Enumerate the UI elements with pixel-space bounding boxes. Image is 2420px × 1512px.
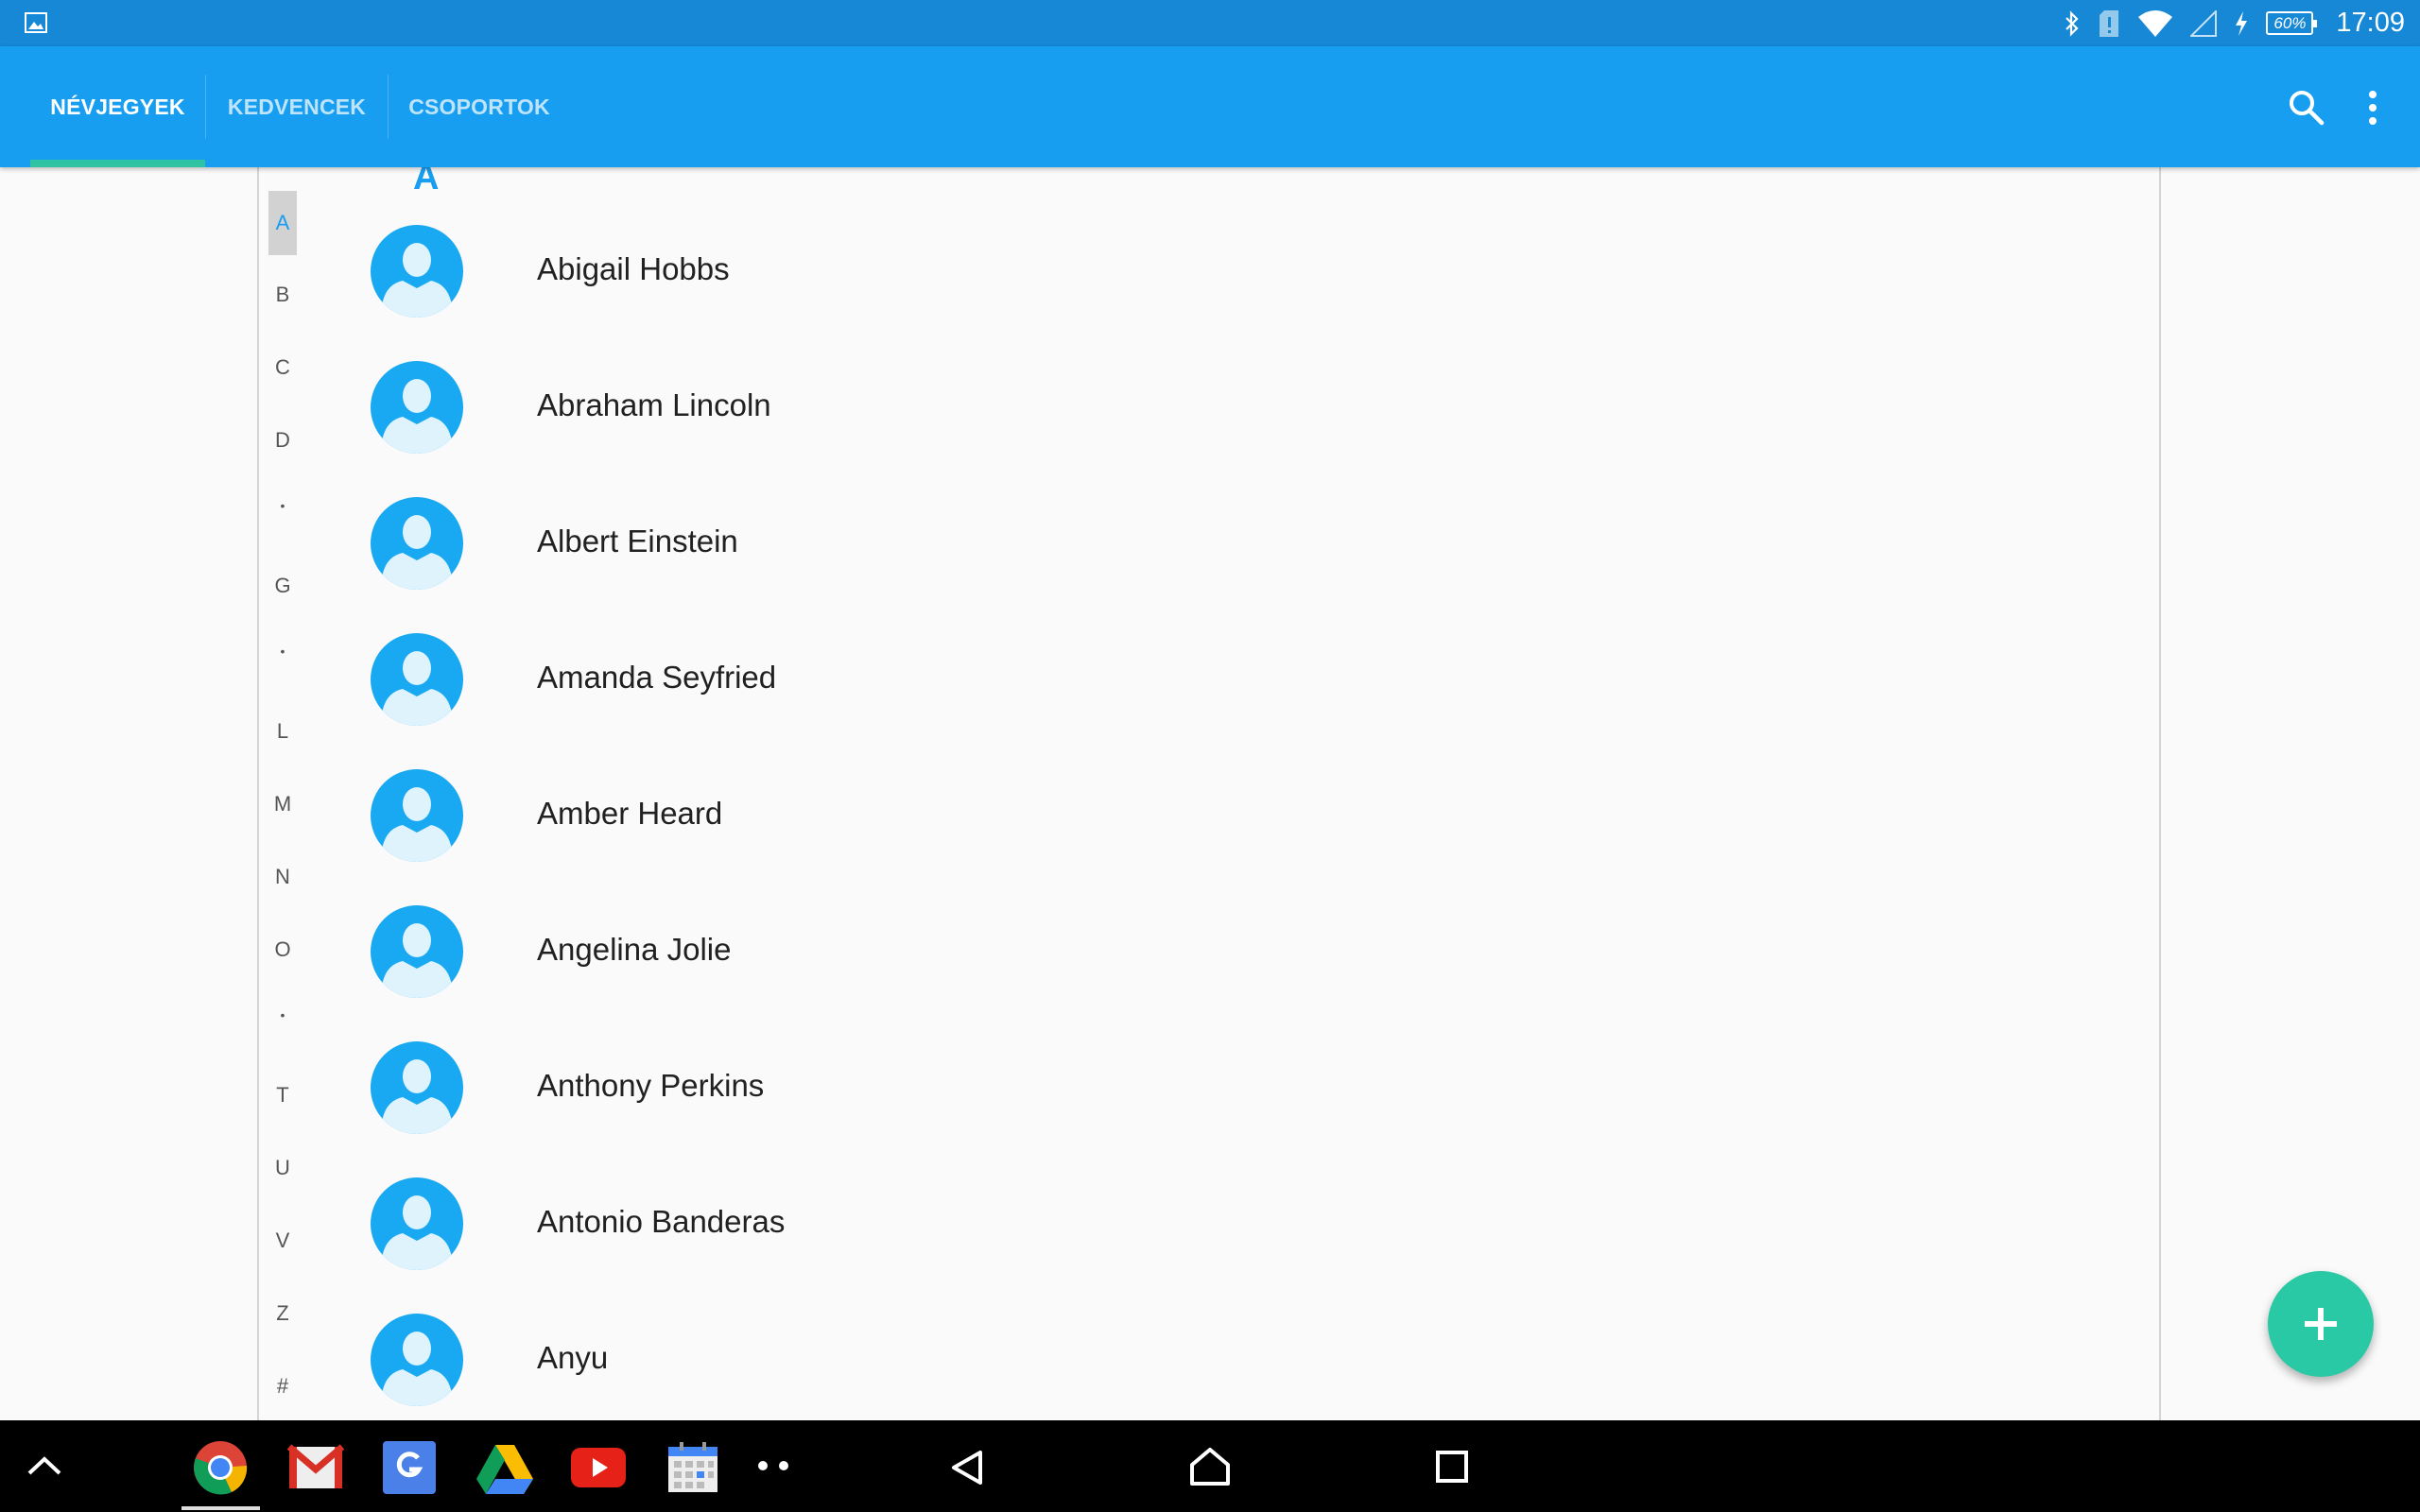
avatar-icon bbox=[371, 1177, 463, 1270]
tab-label: CSOPORTOK bbox=[408, 94, 550, 119]
avatar-icon bbox=[371, 225, 463, 318]
index-dot[interactable]: • bbox=[268, 644, 297, 659]
add-contact-button[interactable] bbox=[2268, 1271, 2374, 1377]
contact-row[interactable]: Antonio Banderas bbox=[371, 1177, 2119, 1291]
index-letter[interactable]: G bbox=[268, 574, 297, 598]
avatar-icon bbox=[371, 361, 463, 454]
battery-icon: 60% bbox=[2266, 11, 2318, 35]
contact-name: Amber Heard bbox=[537, 796, 723, 831]
index-dot[interactable]: • bbox=[268, 498, 297, 513]
google-icon[interactable] bbox=[383, 1441, 436, 1494]
add-icon bbox=[2305, 1308, 2337, 1340]
contact-name: Antonio Banderas bbox=[537, 1204, 786, 1239]
calendar-icon[interactable] bbox=[666, 1441, 719, 1494]
contact-name: Anyu bbox=[537, 1340, 609, 1375]
index-letter[interactable]: B bbox=[268, 283, 297, 307]
bluetooth-icon bbox=[2066, 9, 2079, 37]
gmail-icon[interactable] bbox=[287, 1443, 344, 1492]
index-letter[interactable]: O bbox=[268, 937, 297, 962]
sd-card-alert-icon bbox=[2100, 9, 2119, 37]
drive-icon[interactable] bbox=[475, 1443, 535, 1494]
wifi-icon bbox=[2138, 9, 2173, 37]
more-vert-icon[interactable] bbox=[2363, 87, 2382, 129]
contact-row[interactable]: Albert Einstein bbox=[371, 497, 2119, 610]
contact-row[interactable]: Anyu bbox=[371, 1314, 2119, 1420]
index-letter[interactable]: V bbox=[268, 1228, 297, 1253]
index-letter[interactable]: D bbox=[268, 428, 297, 453]
app-bar: NÉVJEGYEK KEDVENCEK CSOPORTOK bbox=[0, 46, 2420, 167]
home-icon[interactable] bbox=[1189, 1447, 1231, 1486]
index-letter[interactable]: N bbox=[268, 865, 297, 889]
recents-icon[interactable] bbox=[1435, 1450, 1469, 1484]
section-header: A bbox=[413, 167, 440, 198]
avatar-icon bbox=[371, 905, 463, 998]
tab-label: NÉVJEGYEK bbox=[50, 94, 185, 119]
index-letter[interactable]: A bbox=[268, 191, 297, 255]
contact-name: Amanda Seyfried bbox=[537, 660, 777, 695]
contacts-list[interactable]: A A B C D • G • L M N O • T U V Z # Abig… bbox=[257, 167, 2161, 1420]
contact-name: Albert Einstein bbox=[537, 524, 738, 558]
tab-nevjegyek[interactable]: NÉVJEGYEK bbox=[30, 46, 205, 167]
contact-name: Anthony Perkins bbox=[537, 1068, 765, 1103]
nav-bar bbox=[0, 1420, 2420, 1512]
status-bar: 60% 17:09 bbox=[0, 0, 2420, 46]
contact-row[interactable]: Amanda Seyfried bbox=[371, 633, 2119, 747]
index-letter[interactable]: # bbox=[268, 1374, 297, 1399]
index-letter[interactable]: M bbox=[268, 792, 297, 816]
contact-row[interactable]: Abigail Hobbs bbox=[371, 225, 2119, 338]
signal-icon bbox=[2190, 9, 2218, 37]
index-letter[interactable]: T bbox=[268, 1083, 297, 1108]
chrome-icon[interactable] bbox=[192, 1439, 249, 1496]
avatar-icon bbox=[371, 633, 463, 726]
tab-indicator bbox=[30, 160, 205, 167]
tab-kedvencek[interactable]: KEDVENCEK bbox=[206, 46, 388, 167]
avatar-icon bbox=[371, 497, 463, 590]
tab-csoportok[interactable]: CSOPORTOK bbox=[389, 46, 570, 167]
contact-row[interactable]: Anthony Perkins bbox=[371, 1041, 2119, 1155]
charging-icon bbox=[2236, 10, 2248, 36]
chevron-up-icon[interactable] bbox=[25, 1449, 64, 1483]
contact-name: Abigail Hobbs bbox=[537, 251, 730, 286]
avatar-icon bbox=[371, 769, 463, 862]
search-icon[interactable] bbox=[2286, 87, 2327, 129]
contact-row[interactable]: Amber Heard bbox=[371, 769, 2119, 883]
index-letter[interactable]: Z bbox=[268, 1301, 297, 1326]
contact-row[interactable]: Abraham Lincoln bbox=[371, 361, 2119, 474]
more-apps-icon[interactable] bbox=[752, 1458, 797, 1473]
youtube-icon[interactable] bbox=[570, 1447, 627, 1488]
battery-level: 60% bbox=[2273, 13, 2307, 32]
contact-name: Abraham Lincoln bbox=[537, 387, 771, 422]
index-dot[interactable]: • bbox=[268, 1007, 297, 1022]
back-icon[interactable] bbox=[949, 1449, 985, 1486]
avatar-icon bbox=[371, 1041, 463, 1134]
clock: 17:09 bbox=[2336, 8, 2405, 38]
tab-label: KEDVENCEK bbox=[227, 94, 367, 119]
gallery-icon bbox=[25, 12, 47, 33]
index-letter[interactable]: L bbox=[268, 719, 297, 744]
index-letter[interactable]: U bbox=[268, 1156, 297, 1180]
active-app-indicator bbox=[182, 1506, 260, 1510]
index-letter[interactable]: C bbox=[268, 355, 297, 380]
contact-row[interactable]: Angelina Jolie bbox=[371, 905, 2119, 1019]
contact-name: Angelina Jolie bbox=[537, 932, 732, 967]
avatar-icon bbox=[371, 1314, 463, 1406]
status-icons: 60% 17:09 bbox=[2064, 0, 2405, 46]
